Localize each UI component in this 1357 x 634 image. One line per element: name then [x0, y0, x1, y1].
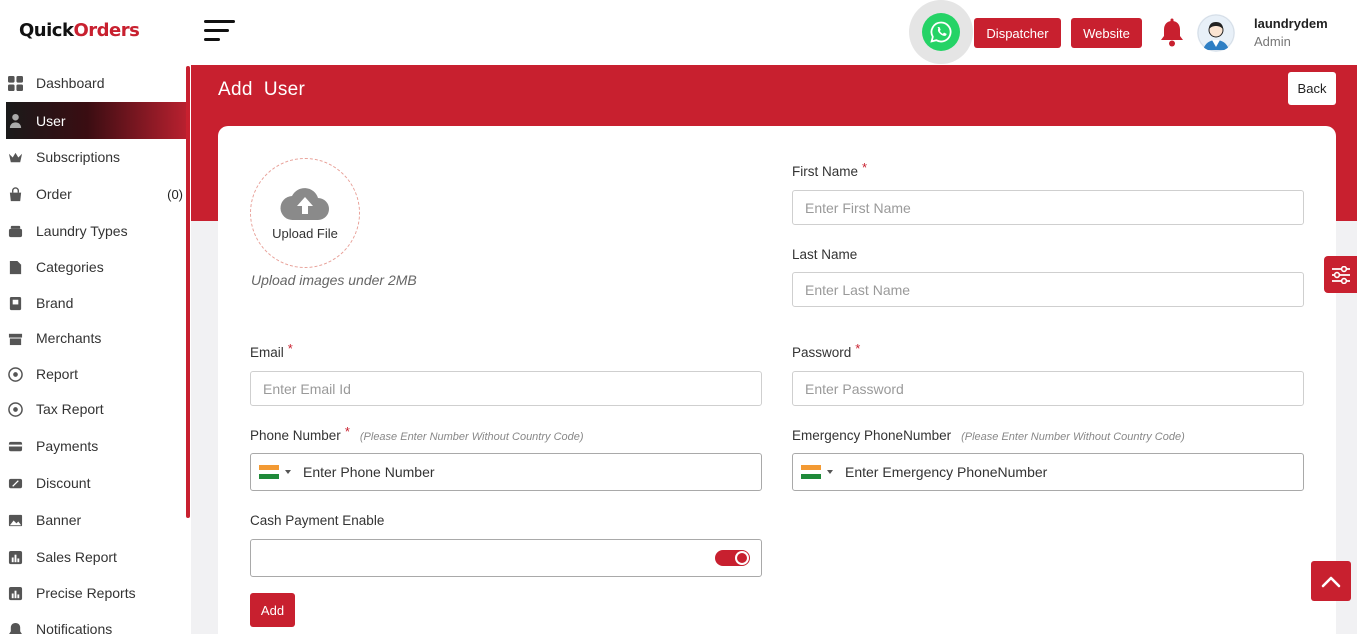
sidebar-item-label: Notifications: [36, 621, 113, 634]
sidebar-item-label: Precise Reports: [36, 585, 136, 601]
password-label: Password *: [792, 341, 861, 360]
bell-icon: [8, 622, 23, 634]
cash-payment-label: Cash Payment Enable: [250, 513, 385, 528]
sidebar-item-label: Report: [36, 366, 79, 382]
sidebar-item-label: Order: [36, 186, 72, 202]
website-button[interactable]: Website: [1071, 18, 1142, 48]
phone-label: Phone Number * (Please Enter Number Withou…: [250, 424, 584, 443]
sidebar-item-label: User: [36, 112, 66, 129]
report-icon: [8, 366, 23, 382]
tax-report-icon: [8, 401, 23, 417]
sidebar-item-label: Dashboard: [36, 75, 105, 91]
sidebar-item-precise-reports[interactable]: Precise Reports: [6, 576, 186, 610]
add-user-button[interactable]: Add: [250, 593, 295, 627]
chevron-up-icon: [1321, 576, 1341, 588]
sidebar-item-tax-report[interactable]: Tax Report: [6, 392, 186, 426]
sidebar: QuickOrders Dashboard User Subscriptions Or…: [0, 0, 191, 634]
categories-icon: [8, 260, 23, 275]
sidebar-scrollbar[interactable]: [186, 66, 190, 518]
last-name-label: Last Name: [792, 247, 858, 262]
upload-hint: Upload images under 2MB: [251, 272, 417, 288]
sidebar-item-label: Payments: [36, 438, 99, 454]
email-label: Email *: [250, 341, 293, 360]
sidebar-item-dashboard[interactable]: Dashboard: [6, 66, 186, 100]
user-icon: [8, 113, 23, 128]
first-name-label: First Name *: [792, 160, 868, 179]
sidebar-item-merchants[interactable]: Merchants: [6, 321, 186, 355]
sidebar-item-report[interactable]: Report: [6, 357, 186, 391]
sidebar-item-label: Banner: [36, 512, 82, 528]
last-name-input[interactable]: [792, 272, 1304, 307]
bag-icon: [8, 186, 23, 202]
payments-icon: [8, 439, 23, 454]
merchants-icon: [8, 331, 23, 346]
sidebar-item-banner[interactable]: Banner: [6, 503, 186, 537]
emergency-phone-input[interactable]: [845, 464, 1265, 480]
sidebar-item-label: Sales Report: [36, 549, 117, 565]
banner-icon: [8, 513, 23, 528]
country-chevron-down-icon[interactable]: [827, 470, 833, 474]
crown-icon: [8, 150, 23, 165]
brand-icon: [8, 296, 23, 311]
sidebar-item-sales-report[interactable]: Sales Report: [6, 540, 186, 574]
precise-reports-icon: [8, 586, 23, 601]
password-input[interactable]: [792, 371, 1304, 406]
phone-field: [250, 453, 762, 491]
sidebar-item-label: Categories: [36, 259, 104, 275]
menu-toggle-icon[interactable]: [204, 20, 236, 44]
discount-icon: [8, 476, 23, 491]
first-name-input[interactable]: [792, 190, 1304, 225]
sidebar-item-brand[interactable]: Brand: [6, 286, 186, 320]
upload-file-label: Upload File: [272, 225, 338, 241]
page-title: Add User: [218, 79, 306, 100]
sidebar-item-label: Laundry Types: [36, 223, 128, 239]
sidebar-item-label: Tax Report: [36, 401, 104, 417]
india-flag-icon[interactable]: [259, 465, 279, 480]
laundry-icon: [8, 224, 23, 239]
avatar[interactable]: [1197, 14, 1235, 52]
sidebar-item-payments[interactable]: Payments: [6, 429, 186, 463]
cash-payment-field: [250, 539, 762, 577]
back-button[interactable]: Back: [1288, 72, 1336, 105]
emergency-phone-field: [792, 453, 1304, 491]
topbar: Dispatcher Website laundrydem Admin: [191, 0, 1357, 65]
sidebar-item-label: Subscriptions: [36, 149, 121, 165]
sidebar-item-label: Discount: [36, 475, 91, 491]
sidebar-item-notifications[interactable]: Notifications: [6, 612, 186, 634]
dispatcher-button[interactable]: Dispatcher: [974, 18, 1061, 48]
dashboard-icon: [8, 75, 23, 91]
phone-input[interactable]: [303, 464, 723, 480]
emergency-phone-label: Emergency PhoneNumber (Please Enter Numbe…: [792, 428, 1185, 443]
scroll-to-top-button[interactable]: [1311, 561, 1351, 601]
order-count-badge: (0): [167, 186, 183, 202]
sidebar-item-label: Brand: [36, 295, 74, 311]
sidebar-item-discount[interactable]: Discount: [6, 466, 186, 500]
sidebar-item-laundry-types[interactable]: Laundry Types: [6, 214, 186, 248]
india-flag-icon[interactable]: [801, 465, 821, 480]
email-input[interactable]: [250, 371, 762, 406]
bell-icon[interactable]: [1158, 18, 1186, 48]
sidebar-item-label: Merchants: [36, 330, 102, 346]
whatsapp-icon: [922, 13, 960, 51]
upload-file-button[interactable]: Upload File: [250, 158, 360, 268]
app-logo[interactable]: QuickOrders: [19, 20, 140, 41]
whatsapp-button[interactable]: [909, 0, 973, 64]
sidebar-item-categories[interactable]: Categories: [6, 250, 186, 284]
cloud-upload-icon: [280, 187, 329, 220]
sales-report-icon: [8, 550, 23, 565]
sidebar-item-order[interactable]: Order (0): [6, 177, 186, 211]
user-role: Admin: [1254, 34, 1291, 49]
settings-sliders-icon[interactable]: [1324, 256, 1357, 293]
country-chevron-down-icon[interactable]: [285, 470, 291, 474]
user-name[interactable]: laundrydem: [1254, 16, 1328, 31]
sidebar-item-subscriptions[interactable]: Subscriptions: [6, 140, 186, 174]
cash-payment-toggle[interactable]: [715, 550, 750, 566]
sidebar-item-user[interactable]: User: [6, 102, 186, 139]
